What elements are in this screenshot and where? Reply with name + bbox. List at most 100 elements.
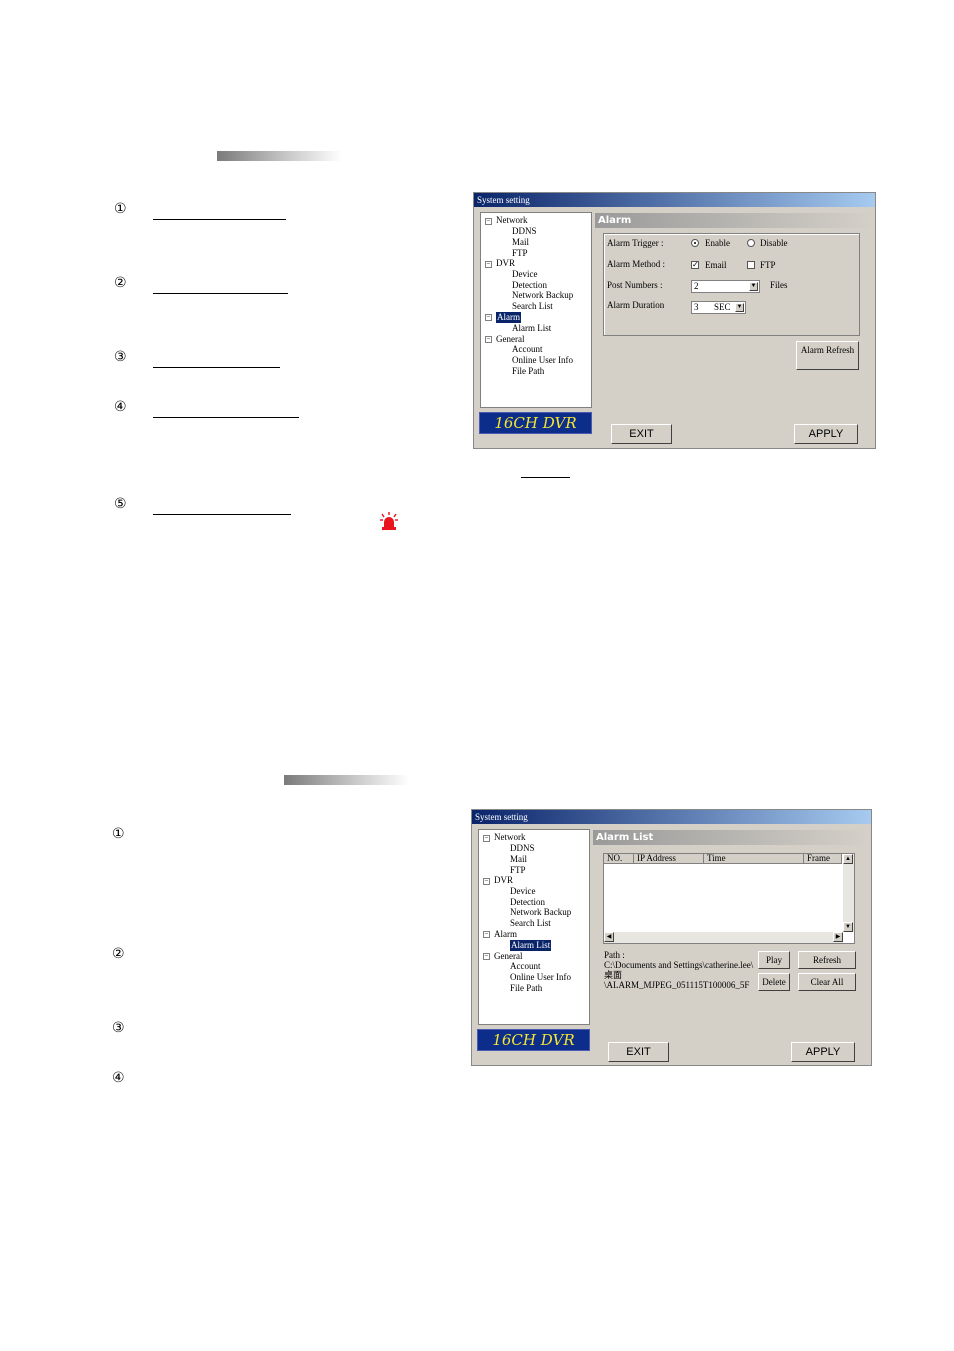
scroll-down-icon[interactable]: ▼ (843, 922, 853, 932)
tree-item-mail[interactable]: Mail (512, 237, 529, 248)
exit-button[interactable]: EXIT (611, 424, 672, 444)
settings-tree: − Network DDNS Mail FTP − DVR Device Det… (478, 829, 590, 1025)
dropdown-arrow-icon[interactable]: ▼ (749, 282, 758, 291)
scroll-right-icon[interactable]: ▶ (833, 932, 843, 942)
alarm-list-table[interactable]: NO. IP Address Time Frame ▲ ▼ ◀ ▶ (603, 853, 855, 944)
window-title: System setting (474, 193, 875, 207)
inline-underline (521, 477, 570, 478)
collapse-icon[interactable]: − (483, 878, 490, 885)
tree-item-alarm-list[interactable]: Alarm List (512, 323, 551, 334)
step-4-number: ④ (114, 399, 127, 415)
tree-item-account[interactable]: Account (510, 961, 541, 972)
tree-item-network-backup[interactable]: Network Backup (510, 907, 571, 918)
apply-button[interactable]: APPLY (794, 424, 858, 444)
collapse-icon[interactable]: − (485, 218, 492, 225)
enable-radio[interactable] (691, 239, 699, 247)
tree-item-device[interactable]: Device (512, 269, 537, 280)
scroll-up-icon[interactable]: ▲ (843, 854, 853, 864)
panel-title: Alarm List (593, 830, 868, 845)
step-1-underline (153, 219, 286, 220)
ftp-checkbox[interactable] (747, 261, 755, 269)
step-2-underline (153, 293, 288, 294)
tree-item-mail[interactable]: Mail (510, 854, 527, 865)
system-setting-window-alarm: System setting − Network DDNS Mail FTP −… (473, 192, 876, 449)
tree-item-file-path[interactable]: File Path (512, 366, 544, 377)
tree-item-dvr[interactable]: DVR (496, 258, 515, 269)
step-2-number: ② (114, 275, 127, 291)
scroll-left-icon[interactable]: ◀ (604, 932, 614, 942)
tree-item-online-user-info[interactable]: Online User Info (512, 355, 573, 366)
alarm-light-icon (380, 512, 398, 530)
delete-button[interactable]: Delete (758, 973, 790, 991)
step-3-underline (153, 367, 280, 368)
section-header-bar (217, 151, 342, 161)
collapse-icon[interactable]: − (483, 931, 490, 938)
ftp-label: FTP (760, 260, 776, 270)
tree-item-network[interactable]: Network (494, 832, 526, 843)
tree-item-ddns[interactable]: DDNS (512, 226, 537, 237)
path-line-3: \ALARM_MJPEG_051115T100006_5F (604, 980, 750, 990)
path-label: Path : (604, 950, 625, 960)
column-header-time[interactable]: Time (704, 854, 804, 864)
tree-item-dvr[interactable]: DVR (494, 875, 513, 886)
post-numbers-label: Post Numbers : (607, 280, 663, 290)
vertical-scrollbar[interactable]: ▲ ▼ (843, 854, 854, 932)
horizontal-scrollbar[interactable]: ◀ ▶ (604, 932, 843, 943)
step-3-number: ③ (112, 1020, 125, 1036)
disable-label: Disable (760, 238, 788, 248)
email-label: Email (705, 260, 727, 270)
column-header-no[interactable]: NO. (604, 854, 634, 864)
system-setting-window-alarm-list: System setting − Network DDNS Mail FTP −… (471, 809, 872, 1066)
path-line-2: 桌面 (604, 970, 623, 980)
files-label: Files (770, 280, 788, 290)
alarm-method-label: Alarm Method : (607, 259, 665, 269)
tree-item-ddns[interactable]: DDNS (510, 843, 535, 854)
email-checkbox[interactable]: ✓ (691, 261, 699, 269)
disable-radio[interactable] (747, 239, 755, 247)
alarm-refresh-button[interactable]: Alarm Refresh (796, 341, 859, 370)
play-button[interactable]: Play (758, 951, 790, 969)
tree-item-file-path[interactable]: File Path (510, 983, 542, 994)
dvr-brand-logo: 16CH DVR (477, 1029, 590, 1051)
settings-tree: − Network DDNS Mail FTP − DVR Device Det… (480, 212, 592, 408)
step-1-number: ① (112, 826, 125, 842)
tree-item-alarm-list[interactable]: Alarm List (510, 940, 552, 951)
exit-button[interactable]: EXIT (608, 1042, 669, 1062)
tree-item-alarm[interactable]: Alarm (496, 312, 521, 323)
column-header-frame[interactable]: Frame (804, 854, 842, 864)
post-numbers-select[interactable]: 2 ▼ (691, 280, 760, 293)
dvr-brand-logo: 16CH DVR (479, 412, 592, 434)
column-header-ip-address[interactable]: IP Address (634, 854, 704, 864)
collapse-icon[interactable]: − (485, 314, 492, 321)
tree-item-account[interactable]: Account (512, 344, 543, 355)
tree-item-alarm[interactable]: Alarm (494, 929, 517, 940)
window-title: System setting (472, 810, 871, 824)
tree-item-search-list[interactable]: Search List (510, 918, 551, 929)
clear-all-button[interactable]: Clear All (798, 973, 856, 991)
duration-value: 3 (694, 302, 699, 312)
duration-unit: SEC (714, 302, 731, 312)
enable-label: Enable (705, 238, 730, 248)
tree-item-online-user-info[interactable]: Online User Info (510, 972, 571, 983)
collapse-icon[interactable]: − (485, 261, 492, 268)
alarm-trigger-label: Alarm Trigger : (607, 238, 664, 248)
alarm-refresh-label: Alarm Refresh (800, 345, 855, 355)
step-2-number: ② (112, 946, 125, 962)
step-4-number: ④ (112, 1070, 125, 1086)
tree-item-search-list[interactable]: Search List (512, 301, 553, 312)
step-4-underline (153, 417, 299, 418)
tree-item-network-backup[interactable]: Network Backup (512, 290, 573, 301)
collapse-icon[interactable]: − (483, 835, 490, 842)
tree-item-network[interactable]: Network (496, 215, 528, 226)
refresh-button[interactable]: Refresh (798, 951, 856, 969)
apply-button[interactable]: APPLY (791, 1042, 855, 1062)
alarm-duration-label: Alarm Duration (607, 300, 665, 310)
step-5-underline (153, 514, 291, 515)
tree-item-device[interactable]: Device (510, 886, 535, 897)
section-header-bar (284, 775, 409, 785)
alarm-duration-select[interactable]: 3 SEC ▼ (691, 301, 746, 314)
collapse-icon[interactable]: − (485, 336, 492, 343)
post-numbers-value: 2 (694, 281, 699, 291)
collapse-icon[interactable]: − (483, 953, 490, 960)
dropdown-arrow-icon[interactable]: ▼ (735, 303, 744, 312)
